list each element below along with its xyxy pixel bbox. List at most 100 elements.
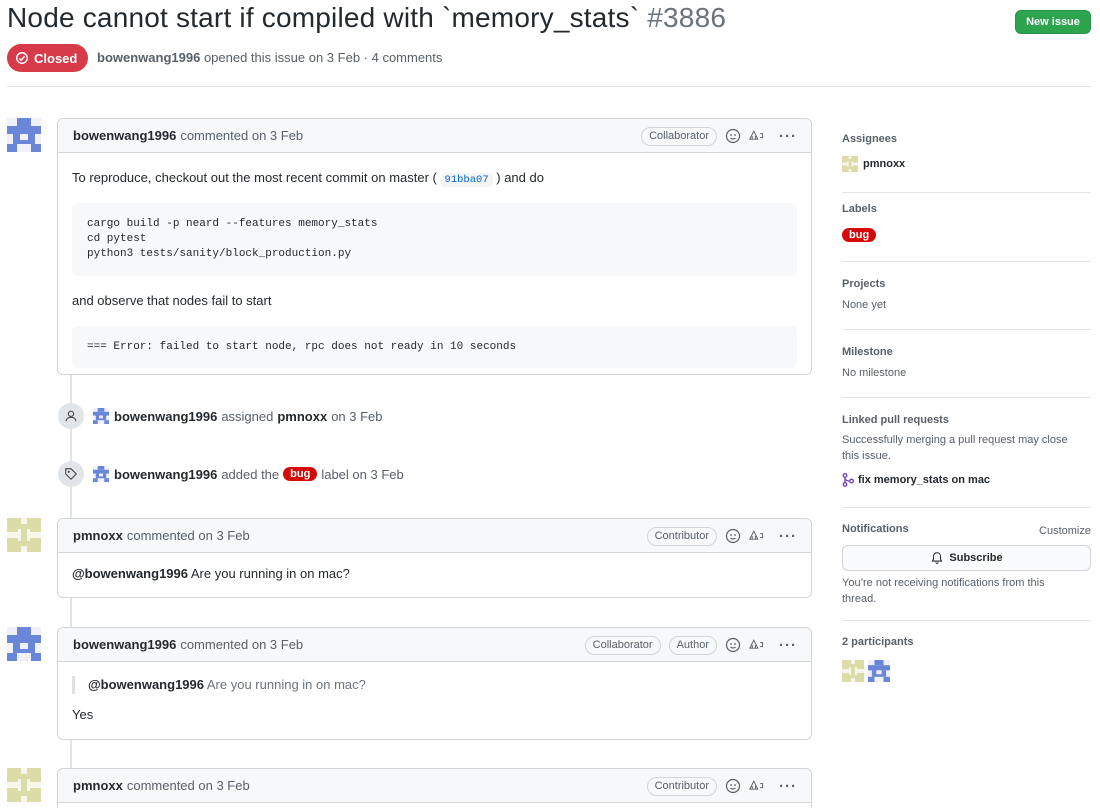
paragraph-text: To reproduce, checkout out the most rece… xyxy=(72,170,437,185)
sidebar-assignees: Assignees pmnoxx xyxy=(842,133,1091,172)
more-options-icon[interactable]: ··· xyxy=(779,637,797,654)
participant-avatar[interactable] xyxy=(868,660,890,682)
linked-pr-link[interactable]: fix memory_stats on mac xyxy=(858,474,990,486)
linked-pr-row[interactable]: fix memory_stats on mac xyxy=(842,473,1091,487)
subscribe-button[interactable]: Subscribe xyxy=(842,545,1091,571)
event-verb: assigned xyxy=(221,408,274,424)
sidebar-divider xyxy=(842,192,1091,193)
comment-options-icon[interactable] xyxy=(749,128,765,144)
event-actor[interactable]: bowenwang1996 xyxy=(114,467,217,482)
projects-value: None yet xyxy=(842,299,887,311)
closed-state-badge: Closed xyxy=(7,44,89,72)
sidebar-milestone: Milestone No milestone xyxy=(842,346,1091,381)
tag-icon xyxy=(58,461,84,487)
milestone-title[interactable]: Milestone xyxy=(842,346,1091,358)
more-options-icon[interactable]: ··· xyxy=(779,128,797,145)
more-options-icon[interactable]: ··· xyxy=(779,778,797,795)
author-avatar[interactable] xyxy=(7,118,41,152)
bug-label[interactable]: bug xyxy=(842,228,877,242)
new-issue-button[interactable]: New issue xyxy=(1015,10,1091,34)
comment-options-icon[interactable] xyxy=(749,637,765,653)
comment-author[interactable]: pmnoxx xyxy=(73,528,123,543)
sidebar-divider xyxy=(842,261,1091,262)
bell-icon xyxy=(931,552,943,564)
code-block: === Error: failed to start node, rpc doe… xyxy=(72,326,797,368)
event-verb: added the xyxy=(221,466,280,482)
comment: bowenwang1996 commented on 3 Feb Collabo… xyxy=(57,118,812,375)
comment-timestamp[interactable]: commented on 3 Feb xyxy=(127,778,250,793)
smiley-icon[interactable] xyxy=(725,637,741,653)
comment-paragraph: To reproduce, checkout out the most rece… xyxy=(72,168,797,190)
smiley-icon[interactable] xyxy=(725,778,741,794)
labels-title[interactable]: Labels xyxy=(842,203,1091,215)
sidebar-notifications-header: Notifications Customize xyxy=(842,523,1091,539)
person-icon xyxy=(58,403,84,429)
author-avatar[interactable] xyxy=(7,627,41,661)
sidebar-divider xyxy=(842,397,1091,398)
comment-author[interactable]: bowenwang1996 xyxy=(73,128,176,143)
issue-title-text: Node cannot start if compiled with `memo… xyxy=(7,2,640,33)
comment-author[interactable]: pmnoxx xyxy=(73,778,123,793)
pull-request-merged-icon xyxy=(842,473,854,487)
header-divider xyxy=(7,86,1091,87)
event-time[interactable]: on 3 Feb xyxy=(331,409,382,424)
author-avatar[interactable] xyxy=(7,768,41,802)
mention-link[interactable]: @bowenwang1996 xyxy=(72,566,188,581)
customize-link[interactable]: Customize xyxy=(1039,523,1091,539)
notifications-desc: You’re not receiving notifications from … xyxy=(842,577,1045,605)
sidebar-linked-prs: Linked pull requests Successfully mergin… xyxy=(842,414,1091,487)
quote-text: Are you running in on mac? xyxy=(206,677,366,692)
issue-author-link[interactable]: bowenwang1996 xyxy=(97,50,200,65)
comment: bowenwang1996 commented on 3 Feb Collabo… xyxy=(57,627,812,740)
sidebar-divider xyxy=(842,620,1091,621)
sidebar-divider xyxy=(842,507,1091,508)
comment-options-icon[interactable] xyxy=(749,778,765,794)
participant-avatar[interactable] xyxy=(842,660,864,682)
role-badge: Collaborator xyxy=(641,126,717,146)
state-label: Closed xyxy=(34,50,78,66)
event-actor[interactable]: bowenwang1996 xyxy=(114,409,217,424)
comment-body: @bowenwang1996 Are you running in on mac… xyxy=(58,553,811,581)
sidebar-divider xyxy=(842,329,1091,330)
participants-title: 2 participants xyxy=(842,636,914,648)
timeline-event-labeled: bowenwang1996 added the bug label on 3 F… xyxy=(58,461,404,487)
comment-author[interactable]: bowenwang1996 xyxy=(73,637,176,652)
role-badge: Contributor xyxy=(646,526,717,546)
event-target[interactable]: pmnoxx xyxy=(277,409,327,424)
smiley-icon[interactable] xyxy=(725,528,741,544)
comment-timestamp[interactable]: commented on 3 Feb xyxy=(127,528,250,543)
comment-options-icon[interactable] xyxy=(749,528,765,544)
smiley-icon[interactable] xyxy=(725,128,741,144)
more-options-icon[interactable]: ··· xyxy=(779,528,797,545)
issue-number: #3886 xyxy=(647,2,727,33)
comment-header: pmnoxx commented on 3 Feb Contributor ··… xyxy=(58,519,811,553)
projects-title[interactable]: Projects xyxy=(842,278,1091,290)
assignees-title[interactable]: Assignees xyxy=(842,133,1091,145)
comment-text: Yes xyxy=(72,707,94,722)
sidebar-labels: Labels bug xyxy=(842,203,1091,242)
actor-avatar[interactable] xyxy=(93,466,109,482)
event-time: label on 3 Feb xyxy=(321,466,404,482)
bug-label[interactable]: bug xyxy=(283,467,318,481)
issue-meta-text: opened this issue on 3 Feb · 4 comments xyxy=(203,50,443,65)
assignee-name[interactable]: pmnoxx xyxy=(863,158,905,170)
actor-avatar[interactable] xyxy=(93,408,109,424)
comment-body: @bowenwang1996 Are you running in on mac… xyxy=(58,662,811,722)
paragraph-text: ) and do xyxy=(496,170,544,185)
timeline-event-assigned: bowenwang1996 assigned pmnoxx on 3 Feb xyxy=(58,403,383,429)
comment: pmnoxx commented on 3 Feb Contributor ··… xyxy=(57,518,812,598)
commit-link[interactable]: 91bba07 xyxy=(440,173,493,187)
blockquote: @bowenwang1996 Are you running in on mac… xyxy=(72,676,797,694)
assignee-row[interactable]: pmnoxx xyxy=(842,156,1091,172)
author-avatar[interactable] xyxy=(7,518,41,552)
code-block: cargo build -p neard --features memory_s… xyxy=(72,203,797,276)
comment-header: bowenwang1996 commented on 3 Feb Collabo… xyxy=(58,119,811,153)
author-badge: Author xyxy=(668,635,717,655)
linked-prs-desc: Successfully merging a pull request may … xyxy=(842,434,1068,462)
mention-link[interactable]: @bowenwang1996 xyxy=(88,677,204,692)
comment-timestamp[interactable]: commented on 3 Feb xyxy=(180,128,303,143)
role-badge: Contributor xyxy=(646,776,717,796)
comment-timestamp[interactable]: commented on 3 Feb xyxy=(180,637,303,652)
comment-header: pmnoxx commented on 3 Feb Contributor ··… xyxy=(58,769,811,803)
role-badge: Collaborator xyxy=(584,635,661,655)
